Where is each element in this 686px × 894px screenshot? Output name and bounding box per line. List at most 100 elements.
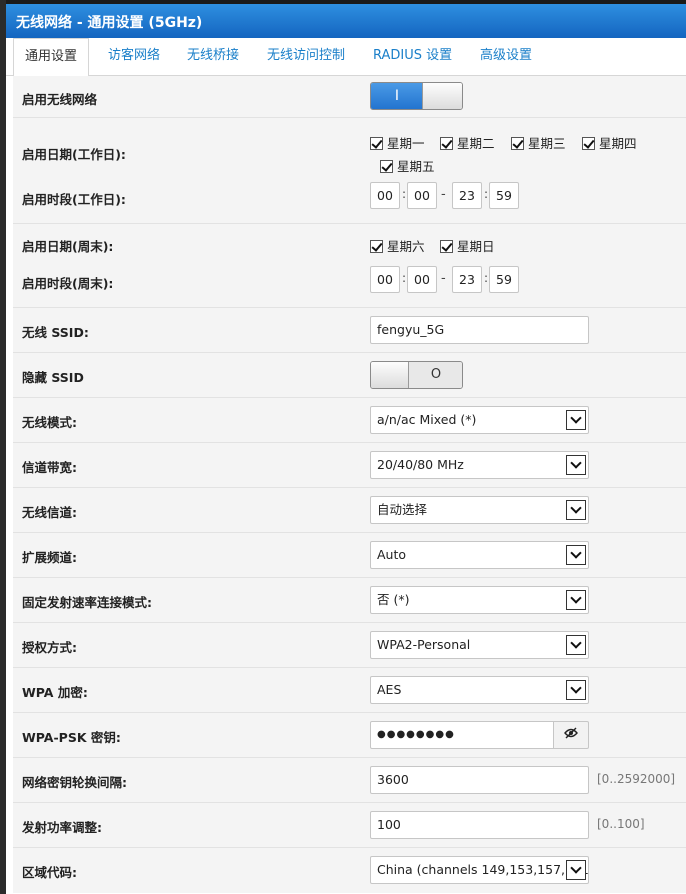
tab-general[interactable]: 通用设置 [13,38,90,77]
ext-channel-value: Auto [377,547,407,562]
wireless-mode-value: a/n/ac Mixed (*) [377,412,477,427]
row-tx-power: 发射功率调整: 100 [0..100] [13,803,686,848]
chevron-down-icon [566,590,586,610]
fixed-rate-select[interactable]: 否 (*) [370,586,589,614]
row-ssid: 无线 SSID: fengyu_5G [13,308,686,353]
rekey-range-hint: [0..2592000] [597,772,676,786]
tab-guest-network[interactable]: 访客网络 [97,38,171,75]
weekday-end-minute-input[interactable]: 59 [489,182,519,209]
chevron-down-icon [566,635,586,655]
fixed-rate-label: 固定发射速率连接模式: [22,595,152,610]
checkbox-monday-label: 星期一 [387,136,425,151]
wireless-mode-select[interactable]: a/n/ac Mixed (*) [370,406,589,434]
row-hide-ssid: 隐藏 SSID O [13,353,686,398]
channel-label: 无线信道: [22,505,77,520]
bandwidth-select[interactable]: 20/40/80 MHz [370,451,589,479]
toggle-knob [371,362,409,388]
wpa-encryption-value: AES [377,682,402,697]
window-title: 无线网络 - 通用设置 (5GHz) [6,0,686,38]
tab-wireless-bridge[interactable]: 无线桥接 [176,38,250,75]
row-rekey: 网络密钥轮换间隔: 3600 [0..2592000] [13,758,686,803]
eye-toggle-icon[interactable] [554,721,589,749]
tx-power-label: 发射功率调整: [22,820,102,835]
checkbox-tuesday[interactable]: 星期二 [440,133,495,152]
tab-advanced[interactable]: 高级设置 [469,38,543,75]
bandwidth-label: 信道带宽: [22,460,77,475]
auth-value: WPA2-Personal [377,637,471,652]
checkmark-icon [511,137,524,150]
wpa-encryption-select[interactable]: AES [370,676,589,704]
checkbox-thursday-label: 星期四 [599,136,637,151]
region-value: China (channels 149,153,157,161,165) [377,862,588,877]
checkmark-icon [440,240,453,253]
weekend-end-hour-input[interactable]: 23 [452,266,482,293]
checkmark-icon [370,240,383,253]
ssid-input[interactable]: fengyu_5G [370,316,589,344]
wireless-mode-label: 无线模式: [22,415,77,430]
row-fixed-rate: 固定发射速率连接模式: 否 (*) [13,578,686,623]
rekey-input[interactable]: 3600 [370,766,589,794]
psk-input[interactable]: ●●●●●●●● [370,721,554,749]
time-colon: : [402,271,407,285]
weekend-start-minute-input[interactable]: 00 [407,266,437,293]
row-bandwidth: 信道带宽: 20/40/80 MHz [13,443,686,488]
region-label: 区域代码: [22,865,77,880]
row-weekend-time: 启用时段(周末): 00 : 00 - 23 : 59 [13,266,686,308]
hide-ssid-toggle[interactable]: O [370,361,463,389]
row-weekday-dates: 启用日期(工作日): 星期一 星期二 星期三 星期四 星期五 [13,118,686,182]
checkbox-friday-label: 星期五 [397,159,435,174]
checkbox-sunday[interactable]: 星期日 [440,236,495,255]
tab-access-control[interactable]: 无线访问控制 [256,38,356,75]
row-weekday-time: 启用时段(工作日): 00 : 00 - 23 : 59 [13,182,686,224]
wpa-encryption-label: WPA 加密: [22,685,88,700]
channel-select[interactable]: 自动选择 [370,496,589,524]
checkbox-saturday-label: 星期六 [387,239,425,254]
bandwidth-value: 20/40/80 MHz [377,457,464,472]
channel-value: 自动选择 [377,502,428,517]
weekend-start-hour-input[interactable]: 00 [370,266,400,293]
weekend-time-label: 启用时段(周末): [22,276,114,291]
time-colon: : [484,187,489,201]
weekday-start-hour-input[interactable]: 00 [370,182,400,209]
tx-power-input[interactable]: 100 [370,811,589,839]
weekday-end-hour-input[interactable]: 23 [452,182,482,209]
weekend-end-minute-input[interactable]: 59 [489,266,519,293]
toggle-knob [422,83,462,109]
row-wireless-mode: 无线模式: a/n/ac Mixed (*) [13,398,686,443]
ext-channel-label: 扩展频道: [22,550,77,565]
chevron-down-icon [566,500,586,520]
checkbox-friday[interactable]: 星期五 [380,156,435,175]
weekday-start-minute-input[interactable]: 00 [407,182,437,209]
fixed-rate-value: 否 (*) [377,592,410,607]
checkbox-wednesday[interactable]: 星期三 [511,133,566,152]
time-colon: : [402,187,407,201]
checkbox-tuesday-label: 星期二 [457,136,495,151]
enable-wireless-label: 启用无线网络 [22,92,98,107]
enable-wireless-toggle[interactable]: I [370,82,463,110]
time-dash: - [441,187,446,202]
tab-radius[interactable]: RADIUS 设置 [362,38,463,75]
checkbox-thursday[interactable]: 星期四 [582,133,637,152]
row-auth: 授权方式: WPA2-Personal [13,623,686,668]
auth-select[interactable]: WPA2-Personal [370,631,589,659]
checkmark-icon [370,137,383,150]
tx-power-range-hint: [0..100] [597,817,645,831]
checkbox-monday[interactable]: 星期一 [370,133,425,152]
chevron-down-icon [566,680,586,700]
row-channel: 无线信道: 自动选择 [13,488,686,533]
toggle-off-indicator: O [410,362,462,388]
weekend-dates-label: 启用日期(周末): [22,239,114,254]
hide-ssid-label: 隐藏 SSID [22,370,84,385]
toggle-on-indicator: I [371,83,423,109]
ext-channel-select[interactable]: Auto [370,541,589,569]
checkbox-sunday-label: 星期日 [457,239,495,254]
tab-bar: 通用设置 访客网络 无线桥接 无线访问控制 RADIUS 设置 高级设置 [6,38,686,77]
auth-label: 授权方式: [22,640,77,655]
time-dash: - [441,271,446,286]
region-select[interactable]: China (channels 149,153,157,161,165) [370,856,589,884]
settings-form: 启用无线网络 I 启用日期(工作日): 星期一 星期二 星期三 星期四 星期五 … [13,76,686,893]
checkbox-wednesday-label: 星期三 [528,136,566,151]
psk-label: WPA-PSK 密钥: [22,730,121,745]
checkbox-saturday[interactable]: 星期六 [370,236,425,255]
row-wpa-encryption: WPA 加密: AES [13,668,686,713]
